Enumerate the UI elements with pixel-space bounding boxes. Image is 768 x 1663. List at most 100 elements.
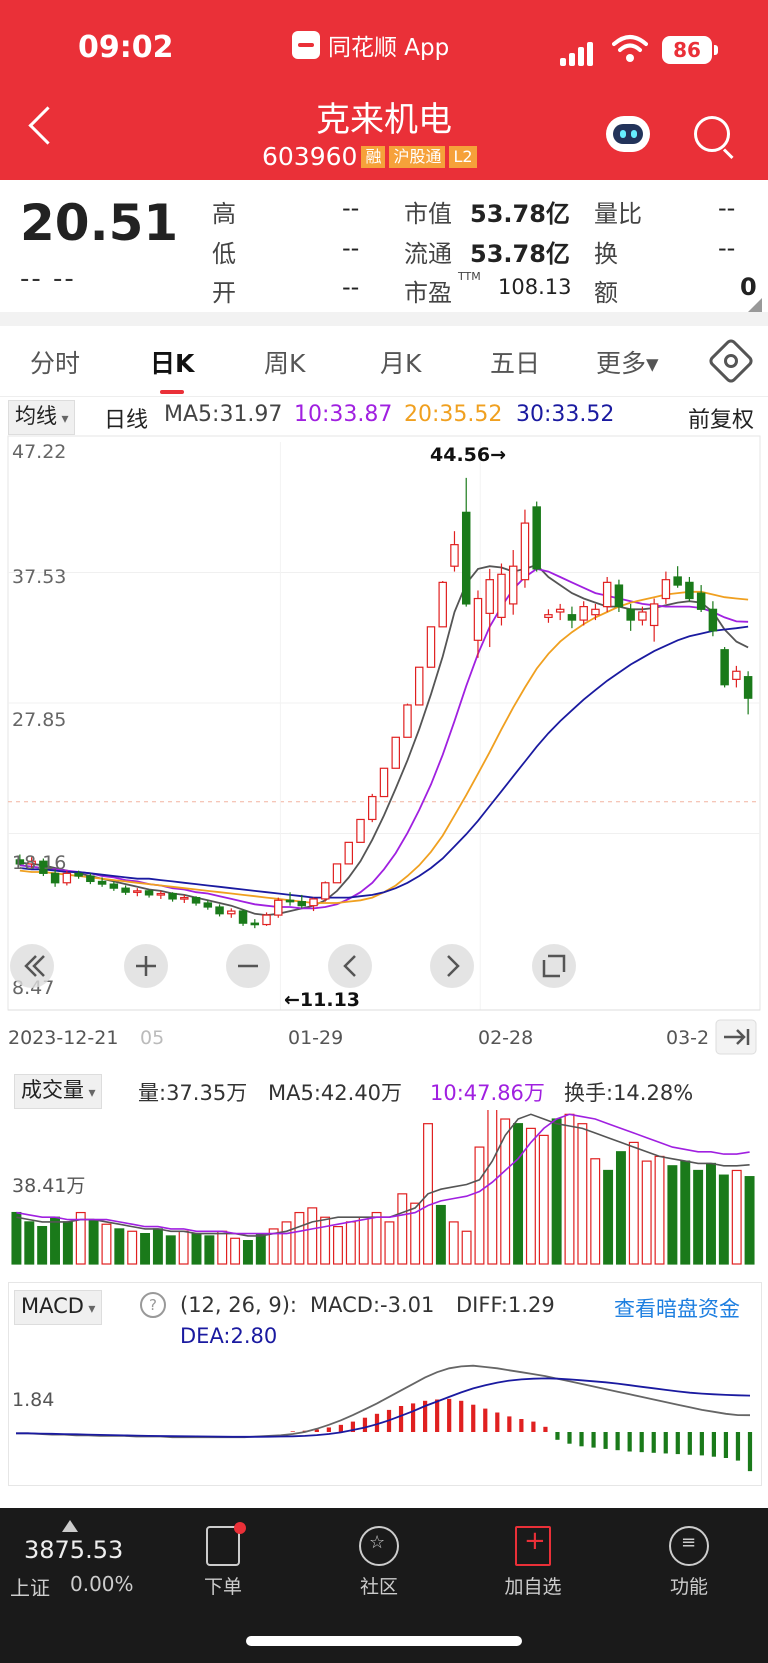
tab-monthly-k[interactable]: 月K [380,344,421,380]
app-indicator: 同花顺 App [292,28,449,62]
candle-body [461,511,471,605]
volume-bar [217,1230,228,1265]
candle-body [555,608,565,613]
volume-bar [564,1113,575,1265]
macd-value: MACD:-3.01 [310,1293,435,1317]
candle-body [450,544,459,567]
candle [614,579,624,613]
jump-to-end-button[interactable] [715,1019,757,1055]
tab-five-day[interactable]: 五日 [490,344,540,380]
amount-value: 0 [740,273,757,301]
candle-body [168,892,177,900]
volume-selector[interactable]: 成交量 [14,1074,103,1109]
candle-body [250,922,260,926]
volume-bar [706,1162,716,1265]
candle [555,603,565,621]
candle-body [638,611,647,621]
volume-legend: 成交量 量:37.35万 MA5:42.40万 10:47.86万 换手:14.… [0,1074,768,1109]
candle-body [579,606,588,621]
tab-intraday[interactable]: 分时 [30,344,80,380]
candle-body [344,841,354,865]
settings-icon[interactable] [706,336,756,386]
expand-corner-icon[interactable] [748,298,762,312]
stock-code: 603960 [262,142,358,171]
index-value[interactable]: 3875.53 [24,1536,123,1564]
volume-bar [680,1160,691,1265]
candle [602,576,612,613]
nav-add-watchlist[interactable]: + 加自选 [488,1526,578,1599]
mcap-value: 53.78亿 [470,200,570,228]
volume-bar [384,1221,395,1265]
x-label-0228: 02-28 [478,1027,533,1049]
volume-bar [37,1225,48,1265]
ma5-value: MA5:31.97 [164,402,283,427]
nav-community[interactable]: ☆ 社区 [334,1526,424,1599]
scroll-left-fast-button[interactable] [10,944,54,988]
candle-body [673,576,682,586]
candle [450,531,459,572]
step-left-button[interactable] [328,944,372,988]
ma10-value: 10:33.87 [294,402,393,427]
macd-selector[interactable]: MACD [14,1290,103,1325]
nav-community-label: 社区 [359,1576,398,1598]
assistant-robot-icon[interactable] [606,116,650,152]
macd-chart[interactable]: 1.84 [0,1360,768,1480]
high-value: -- [342,194,360,222]
pe-value: 108.13 [498,275,572,299]
volume-bar [333,1225,343,1265]
diff-value: DIFF:1.29 [456,1293,555,1317]
candle-body [426,626,436,668]
fullscreen-button[interactable] [532,944,576,988]
macd-params: (12, 26, 9): [180,1293,297,1317]
candle-body [473,597,483,641]
volume-bar [603,1169,614,1265]
order-icon [206,1522,246,1566]
candle [344,841,354,865]
index-name: 上证 [10,1576,50,1600]
candle [238,909,248,926]
app-icon [292,31,320,59]
candle-body [62,872,72,884]
quote-panel: 20.51 -- -- 高 -- 低 -- 开 -- 市值 53.78亿 流通 … [0,180,768,312]
zoom-out-button[interactable] [226,944,270,988]
zoom-in-button[interactable] [124,944,168,988]
candle-body [238,910,248,924]
period-label: 日线 [104,408,149,433]
nav-functions[interactable]: ≡ 功能 [644,1526,734,1599]
active-tab-indicator [160,390,184,394]
dark-pool-link[interactable]: 查看暗盘资金 [614,1293,740,1323]
battery-indicator: 86 [662,36,718,64]
candle [696,585,706,613]
macd-diff-line [16,1364,751,1439]
volume-bar [615,1151,626,1265]
candle-body [685,581,694,600]
section-divider [0,312,768,326]
adjust-mode[interactable]: 前复权 [688,402,754,434]
volume-chart[interactable]: 38.41万 [0,1110,768,1270]
signal-icon [560,40,600,66]
candle [544,609,553,623]
volume-bar [101,1223,112,1265]
search-icon[interactable] [694,116,730,152]
tab-weekly-k[interactable]: 周K [264,344,305,380]
candle [426,626,436,668]
step-right-button[interactable] [430,944,474,988]
nav-order[interactable]: 下单 [178,1522,268,1599]
volume-bar [140,1232,151,1265]
float-label: 流通 [404,240,452,268]
ma-line-ma20 [19,590,749,904]
tab-daily-k[interactable]: 日K [150,344,194,380]
volume-bar [667,1165,678,1265]
nav-functions-label: 功能 [669,1576,708,1598]
candle-body [379,767,389,798]
candlestick-chart[interactable]: 47.22 37.53 27.85 18.16 8.47 44.56→ ←11.… [0,434,768,1064]
help-icon[interactable]: ? [140,1292,166,1318]
volume-bar [165,1235,176,1265]
candle [356,818,365,843]
indicator-selector[interactable]: 均线 [8,400,76,435]
tab-more[interactable]: 更多▾ [596,344,659,380]
candle-body [215,906,224,915]
volume-bar [628,1141,639,1265]
volume-bar [435,1204,446,1265]
candle [732,665,741,688]
